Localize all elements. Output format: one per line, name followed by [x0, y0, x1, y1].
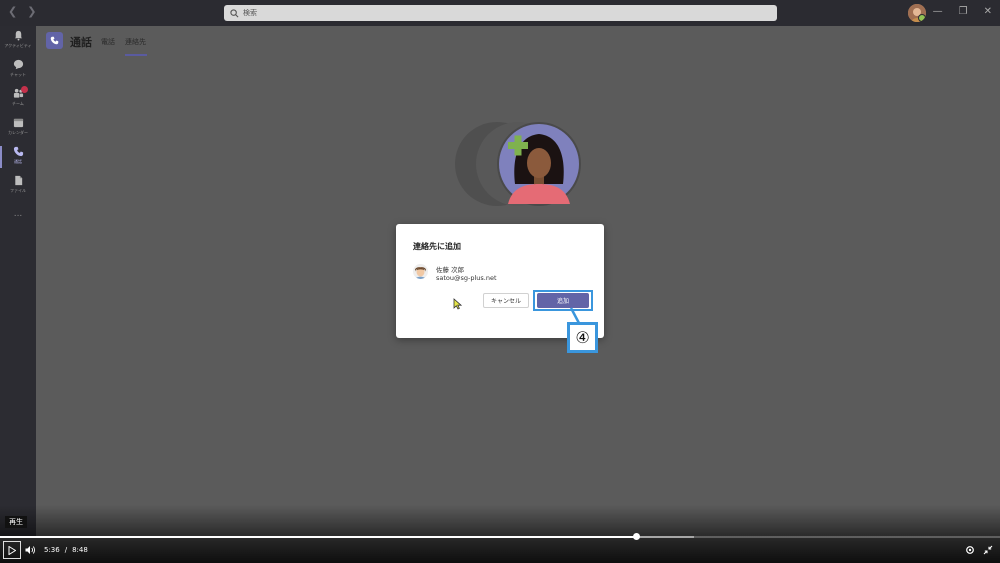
play-icon — [8, 545, 16, 555]
mouse-cursor-icon — [453, 298, 462, 310]
seek-handle[interactable] — [633, 533, 640, 540]
seek-bar[interactable] — [0, 533, 1000, 540]
video-frame: ❮ ❯ 検索 — ❐ ✕ アクティビティ チャット チーム カレンダー 通話 フ… — [0, 0, 1000, 563]
time-display: 5:36 / 8:48 — [44, 546, 88, 554]
callout-connector — [569, 307, 582, 326]
settings-gear-icon[interactable] — [965, 545, 975, 555]
current-time: 5:36 — [44, 546, 60, 554]
play-button[interactable] — [3, 541, 21, 559]
progress-fill — [0, 536, 636, 538]
time-separator: / — [64, 546, 68, 554]
total-duration: 8:48 — [72, 546, 88, 554]
step-number-badge: ④ — [567, 322, 598, 353]
step-number: ④ — [570, 325, 595, 350]
play-tooltip: 再生 — [5, 516, 27, 528]
player-controls-bar — [0, 505, 1000, 563]
volume-icon[interactable] — [25, 545, 36, 555]
exit-fullscreen-icon[interactable] — [983, 545, 993, 555]
